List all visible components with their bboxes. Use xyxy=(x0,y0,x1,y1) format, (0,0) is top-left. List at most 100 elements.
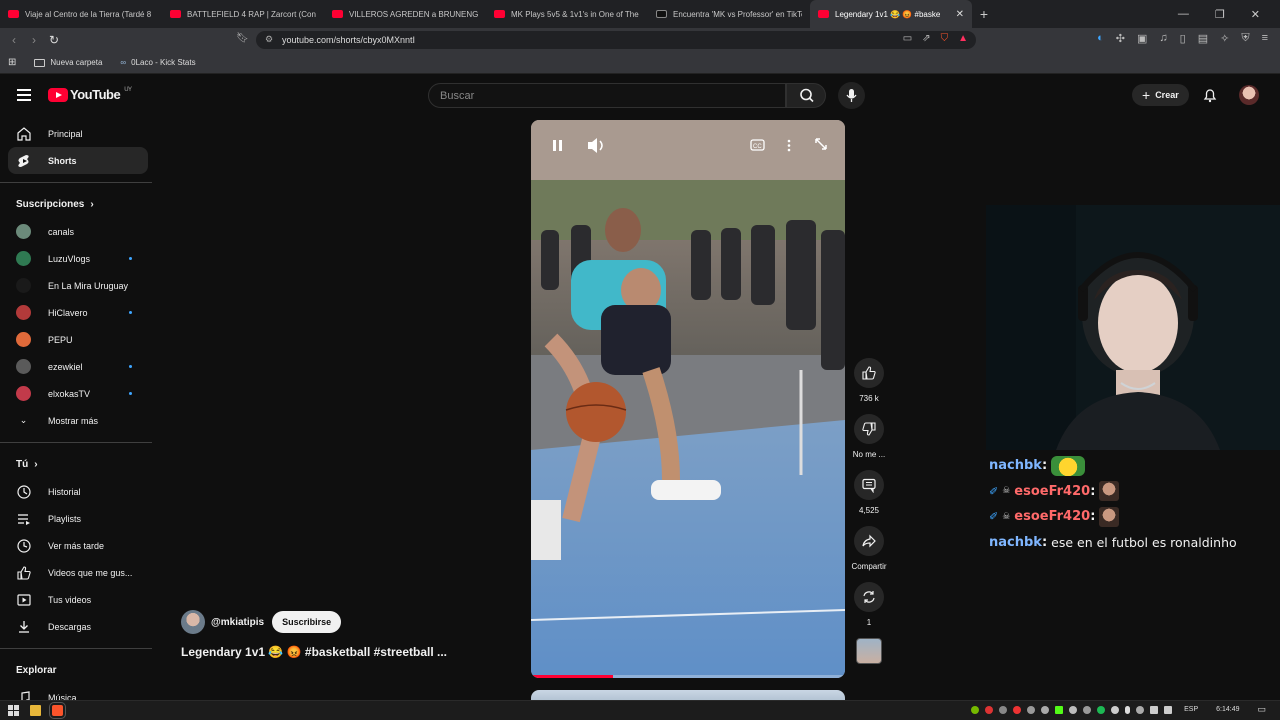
leo-icon[interactable]: ◐ xyxy=(1097,32,1104,45)
volume-icon[interactable] xyxy=(588,138,603,153)
new-tab-button[interactable]: + xyxy=(972,6,996,22)
channel-avatar[interactable] xyxy=(181,610,205,634)
account-avatar[interactable] xyxy=(1239,85,1259,105)
short-title[interactable]: Legendary 1v1 😂 😡 #basketball #streetbal… xyxy=(181,645,447,659)
network-icon[interactable] xyxy=(1150,705,1159,714)
site-info-icon[interactable]: ⚙︎ xyxy=(265,34,273,45)
reload-icon[interactable]: ↻ xyxy=(44,33,64,47)
language-indicator[interactable]: ESP xyxy=(1184,706,1198,713)
subscription-luzuvlogs[interactable]: LuzuVlogs xyxy=(0,245,156,272)
cast-icon[interactable]: ▭ xyxy=(903,33,912,44)
pause-icon[interactable] xyxy=(553,140,562,151)
chat-username[interactable]: esoeFr420 xyxy=(1014,509,1090,524)
more-options-icon[interactable] xyxy=(787,139,791,152)
dislike-button[interactable]: No me ... xyxy=(846,414,892,461)
create-button[interactable]: + Crear xyxy=(1132,84,1189,106)
notifications-bell-icon[interactable] xyxy=(1202,87,1218,103)
nvidia-icon[interactable] xyxy=(971,705,980,714)
brave-rewards-icon[interactable]: ▲ xyxy=(958,33,968,44)
voice-search-button[interactable] xyxy=(838,82,865,109)
file-explorer-icon[interactable] xyxy=(30,705,41,716)
app-tray-icon[interactable] xyxy=(985,705,994,714)
guide-menu-icon[interactable] xyxy=(17,89,31,104)
search-button[interactable] xyxy=(786,83,826,108)
sidebar-item-shorts[interactable]: Shorts xyxy=(8,147,148,174)
browser-tab[interactable]: Legendary 1v1 😂 😡 #baske ✕ xyxy=(810,0,972,28)
show-more-button[interactable]: ⌄ Mostrar más xyxy=(0,407,156,434)
app-tray-icon[interactable] xyxy=(1111,705,1120,714)
sidebar-toggle-icon[interactable]: ▯ xyxy=(1180,32,1186,45)
minimize-icon[interactable]: — xyxy=(1178,8,1189,21)
app-tray-icon[interactable] xyxy=(999,705,1008,714)
you-header[interactable]: Tú › xyxy=(0,451,156,478)
share-button[interactable]: Compartir xyxy=(846,526,892,573)
notifications-tray-icon[interactable]: ▭ xyxy=(1257,704,1266,715)
browser-tab[interactable]: Viaje al Centro de la Tierra (Tardé 8 D xyxy=(0,0,162,28)
subscription-ezewkiel[interactable]: ezewkiel xyxy=(0,353,156,380)
comments-button[interactable]: 4,525 xyxy=(846,470,892,517)
subscribe-button[interactable]: Suscribirse xyxy=(272,611,342,633)
subscription-hiclavero[interactable]: HiClavero xyxy=(0,299,156,326)
app-tray-icon[interactable] xyxy=(1027,705,1036,714)
like-button[interactable]: 736 k xyxy=(846,358,892,405)
subscription-pepu[interactable]: PEPU xyxy=(0,326,156,353)
share-icon[interactable]: ⇗ xyxy=(922,33,930,44)
sidebar-item-descargas[interactable]: Descargas xyxy=(0,613,156,640)
browser-tab[interactable]: MK Plays 5v5 & 1v1's in One of The xyxy=(486,0,648,28)
record-icon[interactable] xyxy=(1013,705,1022,714)
kick-tray-icon[interactable] xyxy=(1055,705,1064,714)
search-input[interactable]: Buscar xyxy=(428,83,786,108)
subscriptions-header[interactable]: Suscripciones › xyxy=(0,191,156,218)
forward-icon[interactable]: › xyxy=(24,33,44,47)
sidebar-item-playlists[interactable]: Playlists xyxy=(0,505,156,532)
chat-username[interactable]: esoeFr420 xyxy=(1014,484,1090,499)
bookmark-icon[interactable]: 🔖︎ xyxy=(236,33,249,44)
bookmark-nueva-carpeta[interactable]: Nueva carpeta xyxy=(34,58,102,67)
chat-username[interactable]: nachbk xyxy=(989,458,1042,473)
media-icon[interactable]: ♫ xyxy=(1159,32,1167,45)
restore-icon[interactable]: ❐ xyxy=(1215,8,1225,21)
captions-icon[interactable]: CC xyxy=(750,139,765,151)
brave-shield-icon[interactable]: ⛉ xyxy=(941,33,949,44)
apps-grid-icon[interactable]: ⊞ xyxy=(8,57,16,68)
sidebar-item-videos-que-me-gus[interactable]: Videos que me gus... xyxy=(0,559,156,586)
youtube-logo[interactable]: YouTube UY xyxy=(48,87,132,102)
windows-start-icon[interactable] xyxy=(8,705,19,716)
sound-thumbnail[interactable] xyxy=(846,638,892,664)
channel-name[interactable]: @mkiatipis xyxy=(211,617,264,628)
browser-tab[interactable]: VILLEROS AGREDEN a BRUNENGER y xyxy=(324,0,486,28)
screenshot-icon[interactable]: ▣ xyxy=(1137,32,1147,45)
close-window-icon[interactable]: ✕ xyxy=(1251,8,1260,21)
app-tray-icon[interactable] xyxy=(1069,705,1078,714)
volume-tray-icon[interactable] xyxy=(1164,705,1173,714)
clock[interactable]: 6:14:49 xyxy=(1216,706,1239,713)
sidebar-item-principal[interactable]: Principal xyxy=(0,120,156,147)
spotify-icon[interactable] xyxy=(1097,705,1106,714)
back-icon[interactable]: ‹ xyxy=(4,33,24,47)
extensions-icon[interactable]: ✣ xyxy=(1116,32,1125,45)
bookmark-kick-stats[interactable]: ∞ 0Laco - Kick Stats xyxy=(120,58,195,67)
browser-tab[interactable]: Encuentra 'MK vs Professor' en TikTo xyxy=(648,0,810,28)
subscription-elxokastv[interactable]: elxokasTV xyxy=(0,380,156,407)
sidebar-item-historial[interactable]: Historial xyxy=(0,478,156,505)
wallet-icon[interactable]: ▤ xyxy=(1198,32,1208,45)
app-tray-icon[interactable] xyxy=(1136,705,1145,714)
fullscreen-icon[interactable] xyxy=(815,138,827,150)
video-progress-bar[interactable] xyxy=(531,675,845,678)
remix-button[interactable]: 1 xyxy=(846,582,892,629)
close-tab-icon[interactable]: ✕ xyxy=(956,9,964,20)
menu-icon[interactable]: ≡ xyxy=(1262,32,1268,45)
app-tray-icon[interactable] xyxy=(1041,705,1050,714)
sidebar-item-ver-m-s-tarde[interactable]: Ver más tarde xyxy=(0,532,156,559)
sidebar-item-tus-videos[interactable]: Tus videos xyxy=(0,586,156,613)
subscription-en-la-mira-uruguay[interactable]: En La Mira Uruguay xyxy=(0,272,156,299)
vpn-icon[interactable]: ⛨ xyxy=(1241,32,1249,45)
browser-tab[interactable]: BATTLEFIELD 4 RAP | Zarcort (Con Pi xyxy=(162,0,324,28)
microphone-tray-icon[interactable] xyxy=(1125,705,1131,714)
shorts-video-player[interactable]: CC xyxy=(531,120,845,678)
app-tray-icon[interactable] xyxy=(1083,705,1092,714)
subscription-canals[interactable]: canals xyxy=(0,218,156,245)
chat-username[interactable]: nachbk xyxy=(989,535,1042,550)
url-bar[interactable]: ⚙︎ youtube.com/shorts/cbyx0MXnntI ▭ ⇗ ⛉ … xyxy=(256,31,976,49)
brave-browser-icon[interactable] xyxy=(49,702,66,719)
